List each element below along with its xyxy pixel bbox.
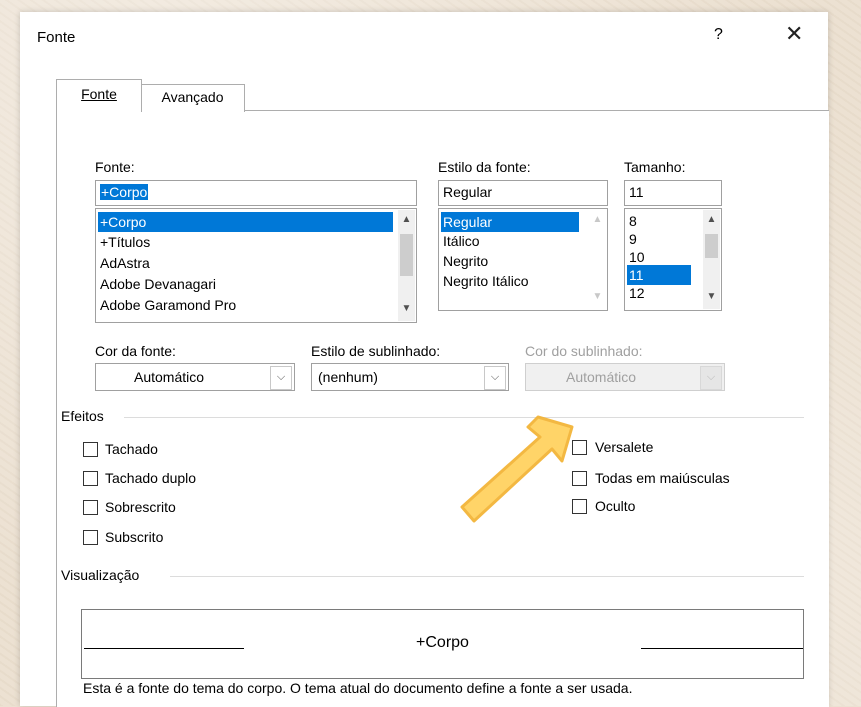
style-list-scrollbar[interactable]: ▲ ▼ bbox=[589, 210, 606, 309]
style-list-item[interactable]: Negrito Itálico bbox=[441, 271, 529, 291]
scroll-up-icon[interactable]: ▲ bbox=[591, 214, 604, 228]
font-list-item[interactable]: Adobe Garamond Pro bbox=[98, 295, 236, 315]
checkbox-sobrescrito-label[interactable]: Sobrescrito bbox=[105, 499, 176, 515]
checkbox-tachado-label[interactable]: Tachado bbox=[105, 441, 158, 457]
checkbox-oculto-label[interactable]: Oculto bbox=[595, 498, 635, 514]
highlight-arrow-icon bbox=[460, 415, 574, 523]
chevron-down-icon[interactable]: ⌵ bbox=[270, 366, 292, 390]
scroll-down-icon[interactable]: ▼ bbox=[705, 291, 718, 305]
tab-avancado-label: Avançado bbox=[161, 89, 224, 105]
scroll-up-icon[interactable]: ▲ bbox=[400, 214, 413, 228]
checkbox-subscrito[interactable] bbox=[83, 530, 98, 545]
style-input[interactable]: Regular bbox=[438, 180, 608, 206]
checkbox-tachado-duplo-label[interactable]: Tachado duplo bbox=[105, 470, 196, 486]
font-color-combo[interactable]: Automático ⌵ bbox=[95, 363, 295, 391]
preview-description: Esta é a fonte do tema do corpo. O tema … bbox=[83, 680, 633, 696]
size-list-item[interactable]: 12 bbox=[627, 283, 645, 303]
checkbox-tachado-duplo[interactable] bbox=[83, 471, 98, 486]
font-dialog: Fonte ? ✕ Fonte Avançado Fonte: +Corpo +… bbox=[20, 12, 829, 707]
size-listbox[interactable]: 8 9 10 11 12 ▲ ▼ bbox=[624, 208, 722, 311]
font-list-item[interactable]: AdAstra bbox=[98, 253, 150, 273]
style-list-item[interactable]: Regular bbox=[441, 212, 579, 232]
scroll-up-icon[interactable]: ▲ bbox=[705, 214, 718, 228]
chevron-down-icon[interactable]: ⌵ bbox=[484, 366, 506, 390]
tab-fonte-label: Fonte bbox=[81, 86, 117, 102]
underline-color-combo: Automático ⌵ bbox=[525, 363, 725, 391]
font-list-item[interactable]: Adobe Devanagari bbox=[98, 274, 216, 294]
chevron-down-icon: ⌵ bbox=[700, 366, 722, 390]
size-list-scrollbar[interactable]: ▲ ▼ bbox=[703, 210, 720, 309]
preview-divider bbox=[170, 576, 804, 577]
style-listbox[interactable]: Regular Itálico Negrito Negrito Itálico … bbox=[438, 208, 608, 311]
underline-color-value: Automático bbox=[566, 369, 637, 385]
underline-style-value: (nenhum) bbox=[318, 369, 378, 385]
size-list-item[interactable]: 10 bbox=[627, 247, 645, 267]
font-color-value: Automático bbox=[134, 369, 205, 385]
size-label: Tamanho: bbox=[624, 159, 686, 175]
underline-style-combo[interactable]: (nenhum) ⌵ bbox=[311, 363, 509, 391]
checkbox-subscrito-label[interactable]: Subscrito bbox=[105, 529, 163, 545]
font-list-item[interactable]: +Corpo bbox=[98, 212, 393, 232]
scroll-down-icon[interactable]: ▼ bbox=[400, 303, 413, 317]
font-input-value: +Corpo bbox=[100, 184, 149, 200]
style-label: Estilo da fonte: bbox=[438, 159, 531, 175]
underline-color-label: Cor do sublinhado: bbox=[525, 343, 643, 359]
size-input[interactable]: 11 bbox=[624, 180, 722, 206]
font-input[interactable]: +Corpo bbox=[95, 180, 417, 206]
preview-box: +Corpo bbox=[81, 609, 804, 679]
checkbox-todas-maiusculas-label[interactable]: Todas em maiúsculas bbox=[595, 470, 730, 486]
underline-style-label: Estilo de sublinhado: bbox=[311, 343, 441, 359]
preview-sample-text: +Corpo bbox=[416, 634, 469, 651]
size-list-item[interactable]: 11 bbox=[627, 265, 691, 285]
checkbox-tachado[interactable] bbox=[83, 442, 98, 457]
preview-line-right bbox=[641, 648, 803, 649]
scroll-down-icon[interactable]: ▼ bbox=[591, 291, 604, 305]
close-button[interactable]: ✕ bbox=[785, 21, 803, 47]
scroll-thumb[interactable] bbox=[705, 234, 718, 258]
font-color-label: Cor da fonte: bbox=[95, 343, 176, 359]
tab-avancado[interactable]: Avançado bbox=[140, 84, 245, 112]
size-list-item[interactable]: 8 bbox=[627, 211, 637, 231]
preview-group-label: Visualização bbox=[61, 567, 140, 583]
tab-fonte[interactable]: Fonte bbox=[56, 79, 142, 112]
effects-group-label: Efeitos bbox=[61, 408, 104, 424]
font-label: Fonte: bbox=[95, 159, 135, 175]
font-listbox[interactable]: +Corpo +Títulos AdAstra Adobe Devanagari… bbox=[95, 208, 417, 323]
style-list-item[interactable]: Negrito bbox=[441, 251, 488, 271]
font-list-scrollbar[interactable]: ▲ ▼ bbox=[398, 210, 415, 321]
checkbox-versalete-label[interactable]: Versalete bbox=[595, 439, 653, 455]
checkbox-sobrescrito[interactable] bbox=[83, 500, 98, 515]
dialog-title: Fonte bbox=[37, 29, 76, 46]
help-button[interactable]: ? bbox=[714, 26, 723, 44]
scroll-thumb[interactable] bbox=[400, 234, 413, 276]
size-list-item[interactable]: 9 bbox=[627, 229, 637, 249]
style-list-item[interactable]: Itálico bbox=[441, 231, 480, 251]
font-list-item[interactable]: +Títulos bbox=[98, 232, 150, 252]
